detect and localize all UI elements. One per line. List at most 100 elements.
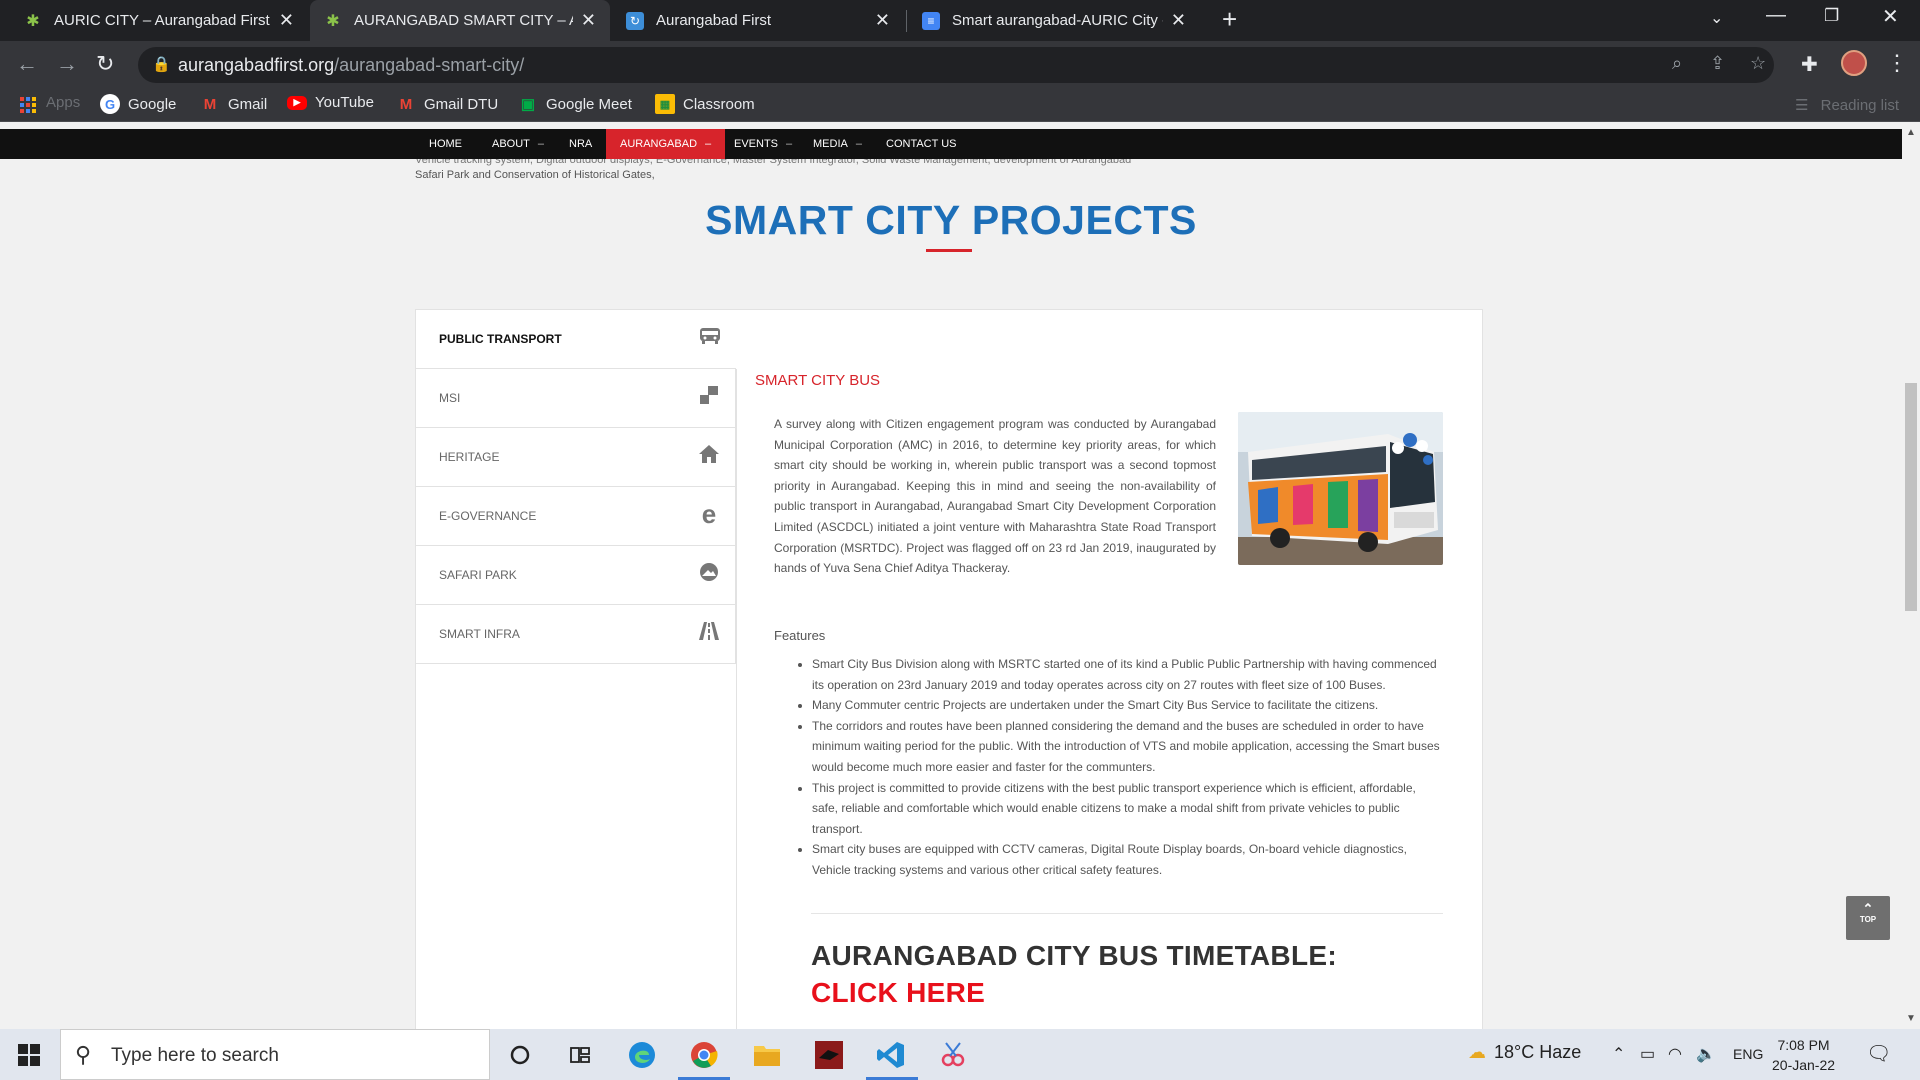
lock-icon[interactable]: 🔒 [152,55,171,73]
sidemenu-item-msi[interactable]: MSI [416,369,736,428]
bookmark-star-icon[interactable]: ☆ [1750,53,1766,74]
close-tab-icon[interactable]: ✕ [581,10,596,31]
share-icon[interactable]: ⇪ [1710,53,1725,74]
zoom-icon[interactable]: ⌕ [1672,53,1682,74]
close-tab-icon[interactable]: ✕ [875,10,890,31]
wifi-icon[interactable]: ◠ [1668,1044,1682,1064]
gmail-icon: M [399,95,413,113]
back-icon[interactable]: ← [16,51,38,77]
features-heading: Features [774,628,826,643]
meet-now-icon[interactable]: ▭ [1640,1044,1655,1064]
sidemenu-item-e-governance[interactable]: E-GOVERNANCE e [416,487,736,546]
restore-icon[interactable]: ❐ [1824,6,1839,26]
nav-events[interactable]: EVENTS – [720,129,806,159]
sidemenu-item-safari-park[interactable]: SAFARI PARK [416,546,736,605]
menu-kebab-icon[interactable]: ⋮ [1886,50,1908,76]
task-view-icon[interactable] [562,1037,598,1073]
language-indicator[interactable]: ENG [1733,1046,1763,1062]
site-navbar: HOME ABOUT – NRA AURANGABAD – EVENTS – MEDI… [0,129,1902,159]
snipping-tool-icon[interactable] [935,1037,971,1073]
sidemenu-item-public-transport[interactable]: PUBLIC TRANSPORT [416,310,736,369]
timetable-click-here-link[interactable]: CLICK HERE [811,977,985,1009]
bookmark-label: Gmail DTU [424,95,499,113]
divider [811,913,1443,914]
reload-icon[interactable]: ↻ [96,51,114,77]
projects-sidemenu: PUBLIC TRANSPORT MSI HERITAGE E-GOVERNAN… [416,310,736,664]
edge-icon[interactable] [624,1037,660,1073]
dropdown-dash-icon: – [705,138,712,150]
scroll-down-arrow-icon[interactable]: ▼ [1906,1013,1916,1024]
meet-icon: ▣ [520,96,536,113]
e-icon: e [701,499,717,529]
auric-favicon-icon: ✱ [26,12,40,30]
apps-icon[interactable] [20,97,36,113]
page-scrollbar[interactable]: ▲ ▼ [1902,123,1920,1029]
minimize-icon[interactable]: — [1766,4,1786,27]
bookmark-label: Google [128,95,177,113]
browser-tab-strip: ✱ AURIC CITY – Aurangabad First ✕ ✱ AURA… [0,0,1920,41]
nav-about[interactable]: ABOUT – [478,129,558,159]
volume-icon[interactable]: 🔈 [1696,1044,1716,1064]
chevron-up-icon: ⌃ [1862,901,1874,916]
feature-item: This project is committed to provide cit… [812,778,1442,840]
vscode-icon[interactable] [873,1037,909,1073]
clock-date: 20-Jan-22 [1772,1057,1836,1073]
tray-chevron-up-icon[interactable]: ⌃ [1612,1044,1625,1064]
address-bar[interactable]: 🔒 aurangabadfirst.org/aurangabad-smart-c… [138,47,1774,83]
profile-avatar[interactable] [1841,50,1867,76]
red-app-icon[interactable] [811,1037,847,1073]
bookmark-gmail-dtu[interactable]: M Gmail DTU [396,94,498,114]
tab-search-chevron-icon[interactable]: ⌄ [1710,8,1723,28]
close-tab-icon[interactable]: ✕ [1171,10,1186,31]
reading-list[interactable]: ☰ Reading list [1795,96,1899,114]
clock-time: 7:08 PM [1777,1037,1830,1053]
sidemenu-item-smart-infra[interactable]: SMART INFRA [416,605,736,664]
windows-taskbar: ⚲ Type here to search ☁ 18°C Haze ⌃ ▭ ◠ 🔈… [0,1029,1920,1080]
nav-media[interactable]: MEDIA – [799,129,876,159]
file-explorer-icon[interactable] [749,1037,785,1073]
tab-auric-city[interactable]: ✱ AURIC CITY – Aurangabad First ✕ [10,0,308,41]
bookmark-classroom[interactable]: ▦ Classroom [655,94,755,114]
bookmark-apps[interactable]: Apps [46,94,80,111]
bookmark-youtube[interactable]: ▶ YouTube [287,94,374,111]
taskbar-search-box[interactable]: ⚲ Type here to search [60,1029,490,1080]
youtube-icon: ▶ [287,95,307,110]
bookmark-google[interactable]: G Google [100,94,176,114]
weather-widget[interactable]: ☁ 18°C Haze [1468,1042,1581,1063]
search-placeholder: Type here to search [111,1045,279,1066]
taskbar-clock[interactable]: 7:08 PM 20-Jan-22 [1772,1035,1835,1075]
extensions-puzzle-icon[interactable]: ✚ [1801,52,1818,77]
nav-label: MEDIA [813,138,848,150]
nav-contact-us[interactable]: CONTACT US [872,129,971,159]
tab-title: Aurangabad First [656,12,772,29]
timetable-heading: AURANGABAD CITY BUS TIMETABLE: [811,940,1337,971]
scroll-to-top-button[interactable]: ⌃ TOP [1846,896,1890,940]
windows-start-icon[interactable] [18,1044,40,1066]
scroll-up-arrow-icon[interactable]: ▲ [1906,127,1916,138]
site-favicon-icon: ↻ [626,11,644,30]
notifications-icon[interactable]: 🗨 [1866,1041,1891,1066]
nav-home[interactable]: HOME [415,129,476,159]
nav-aurangabad[interactable]: AURANGABAD – [606,129,726,159]
sidemenu-item-heritage[interactable]: HERITAGE [416,428,736,487]
docs-favicon-icon: ≡ [922,11,940,30]
weather-text: 18°C Haze [1494,1042,1582,1062]
close-tab-icon[interactable]: ✕ [279,10,294,31]
url-text[interactable]: aurangabadfirst.org/aurangabad-smart-cit… [178,55,524,76]
reading-list-icon: ☰ [1795,97,1809,114]
nav-nra[interactable]: NRA [555,129,606,159]
nav-label: AURANGABAD [620,138,698,150]
tab-aurangabad-smart-city[interactable]: ✱ AURANGABAD SMART CITY – Au ✕ [310,0,610,41]
tab-google-doc[interactable]: ≡ Smart aurangabad-AURIC City - C ✕ [908,0,1200,41]
cortana-icon[interactable] [502,1037,538,1073]
bookmark-label: Apps [46,94,81,111]
bookmark-google-meet[interactable]: ▣ Google Meet [518,94,632,114]
close-window-icon[interactable]: ✕ [1882,4,1899,29]
feature-item: Smart city buses are equipped with CCTV … [812,839,1442,880]
forward-icon[interactable]: → [56,51,78,77]
scrollbar-thumb[interactable] [1905,383,1917,611]
bookmark-gmail[interactable]: M Gmail [200,94,267,114]
tab-aurangabad-first[interactable]: ↻ Aurangabad First ✕ [612,0,904,41]
chrome-icon[interactable] [686,1037,722,1073]
new-tab-icon[interactable]: + [1222,4,1237,35]
